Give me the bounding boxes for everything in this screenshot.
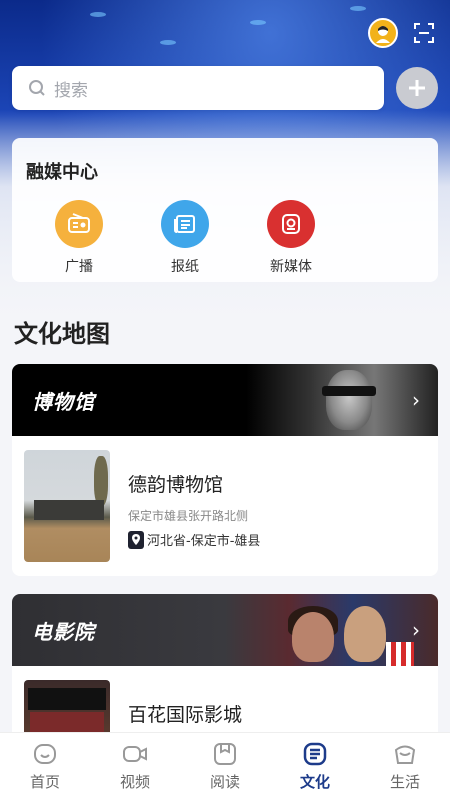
category-label: 电影院 [32, 619, 95, 644]
search-icon [29, 80, 45, 96]
venue-thumbnail [24, 450, 110, 562]
category-label: 博物馆 [32, 389, 95, 414]
tab-label: 文化 [299, 773, 330, 791]
fish-decoration [90, 12, 106, 17]
person-shape [292, 612, 334, 662]
fish-decoration [250, 20, 266, 25]
fish-decoration [160, 40, 176, 45]
cinema-banner[interactable]: 电影院 › [12, 594, 438, 666]
tab-culture[interactable]: 文化 [270, 733, 360, 800]
media-item-label: 广播 [65, 259, 93, 275]
newspaper-icon [161, 200, 209, 248]
reading-icon [214, 743, 236, 765]
add-button[interactable] [396, 67, 438, 109]
radio-icon [55, 200, 103, 248]
venue-info: 德韵博物馆 保定市雄县张开路北侧 河北省-保定市-雄县 [128, 450, 260, 562]
bottom-tab-bar: 首页 视频 阅读 文化 生活 [0, 732, 450, 800]
region-text: 河北省-保定市-雄县 [147, 534, 261, 549]
venue-name: 百花国际影城 [128, 704, 243, 726]
top-bar [368, 18, 436, 48]
tab-label: 视频 [119, 773, 150, 791]
sign-shape [28, 688, 106, 710]
venue-address: 保定市雄县张开路北侧 [128, 509, 249, 523]
media-item-new-media[interactable]: 新媒体 [238, 200, 344, 276]
popcorn-image [386, 642, 414, 666]
tab-video[interactable]: 视频 [90, 733, 180, 800]
fish-decoration [350, 6, 366, 11]
tab-label: 阅读 [209, 773, 240, 791]
media-item-label: 报纸 [171, 259, 199, 275]
tab-life[interactable]: 生活 [360, 733, 450, 800]
search-row: 搜索 [12, 66, 438, 110]
life-icon [394, 745, 416, 764]
search-input[interactable]: 搜索 [12, 66, 384, 110]
media-center-card: 融媒中心 广播 报纸 新媒体 [12, 138, 438, 282]
tab-home[interactable]: 首页 [0, 733, 90, 800]
media-center-items: 广播 报纸 新媒体 [26, 200, 424, 276]
tab-reading[interactable]: 阅读 [180, 733, 270, 800]
museum-card: 博物馆 › 德韵博物馆 保定市雄县张开路北侧 河北省-保定市-雄县 [12, 364, 438, 576]
statue-image [326, 370, 372, 430]
media-item-radio[interactable]: 广播 [26, 200, 132, 276]
scan-icon[interactable] [412, 21, 436, 45]
person-shape [344, 606, 386, 662]
museum-banner[interactable]: 博物馆 › [12, 364, 438, 436]
chevron-right-icon: › [412, 388, 420, 412]
tab-label: 首页 [29, 773, 60, 791]
search-placeholder: 搜索 [54, 80, 88, 101]
chevron-right-icon: › [412, 618, 420, 642]
user-avatar[interactable] [368, 18, 398, 48]
cinema-card: 电影院 › 百花国际影城 [12, 594, 438, 744]
sign-shape [30, 712, 104, 732]
building-shape [34, 500, 104, 520]
plus-icon [409, 80, 425, 96]
venue-region: 河北省-保定市-雄县 [128, 530, 260, 549]
new-media-icon [267, 200, 315, 248]
media-item-newspaper[interactable]: 报纸 [132, 200, 238, 276]
tree-shape [94, 456, 108, 506]
media-item-label: 新媒体 [270, 259, 312, 275]
media-center-title: 融媒中心 [26, 162, 98, 183]
home-icon [34, 744, 56, 764]
venue-item[interactable]: 德韵博物馆 保定市雄县张开路北侧 河北省-保定市-雄县 [12, 436, 438, 576]
culture-map-title: 文化地图 [14, 320, 110, 348]
cinema-audience-image [288, 602, 398, 666]
statue-blindfold [322, 386, 376, 396]
culture-icon [303, 742, 327, 766]
venue-name: 德韵博物馆 [128, 474, 224, 496]
tab-label: 生活 [389, 773, 420, 791]
video-icon [123, 746, 147, 762]
location-pin-icon [128, 530, 144, 549]
user-icon [376, 26, 390, 43]
